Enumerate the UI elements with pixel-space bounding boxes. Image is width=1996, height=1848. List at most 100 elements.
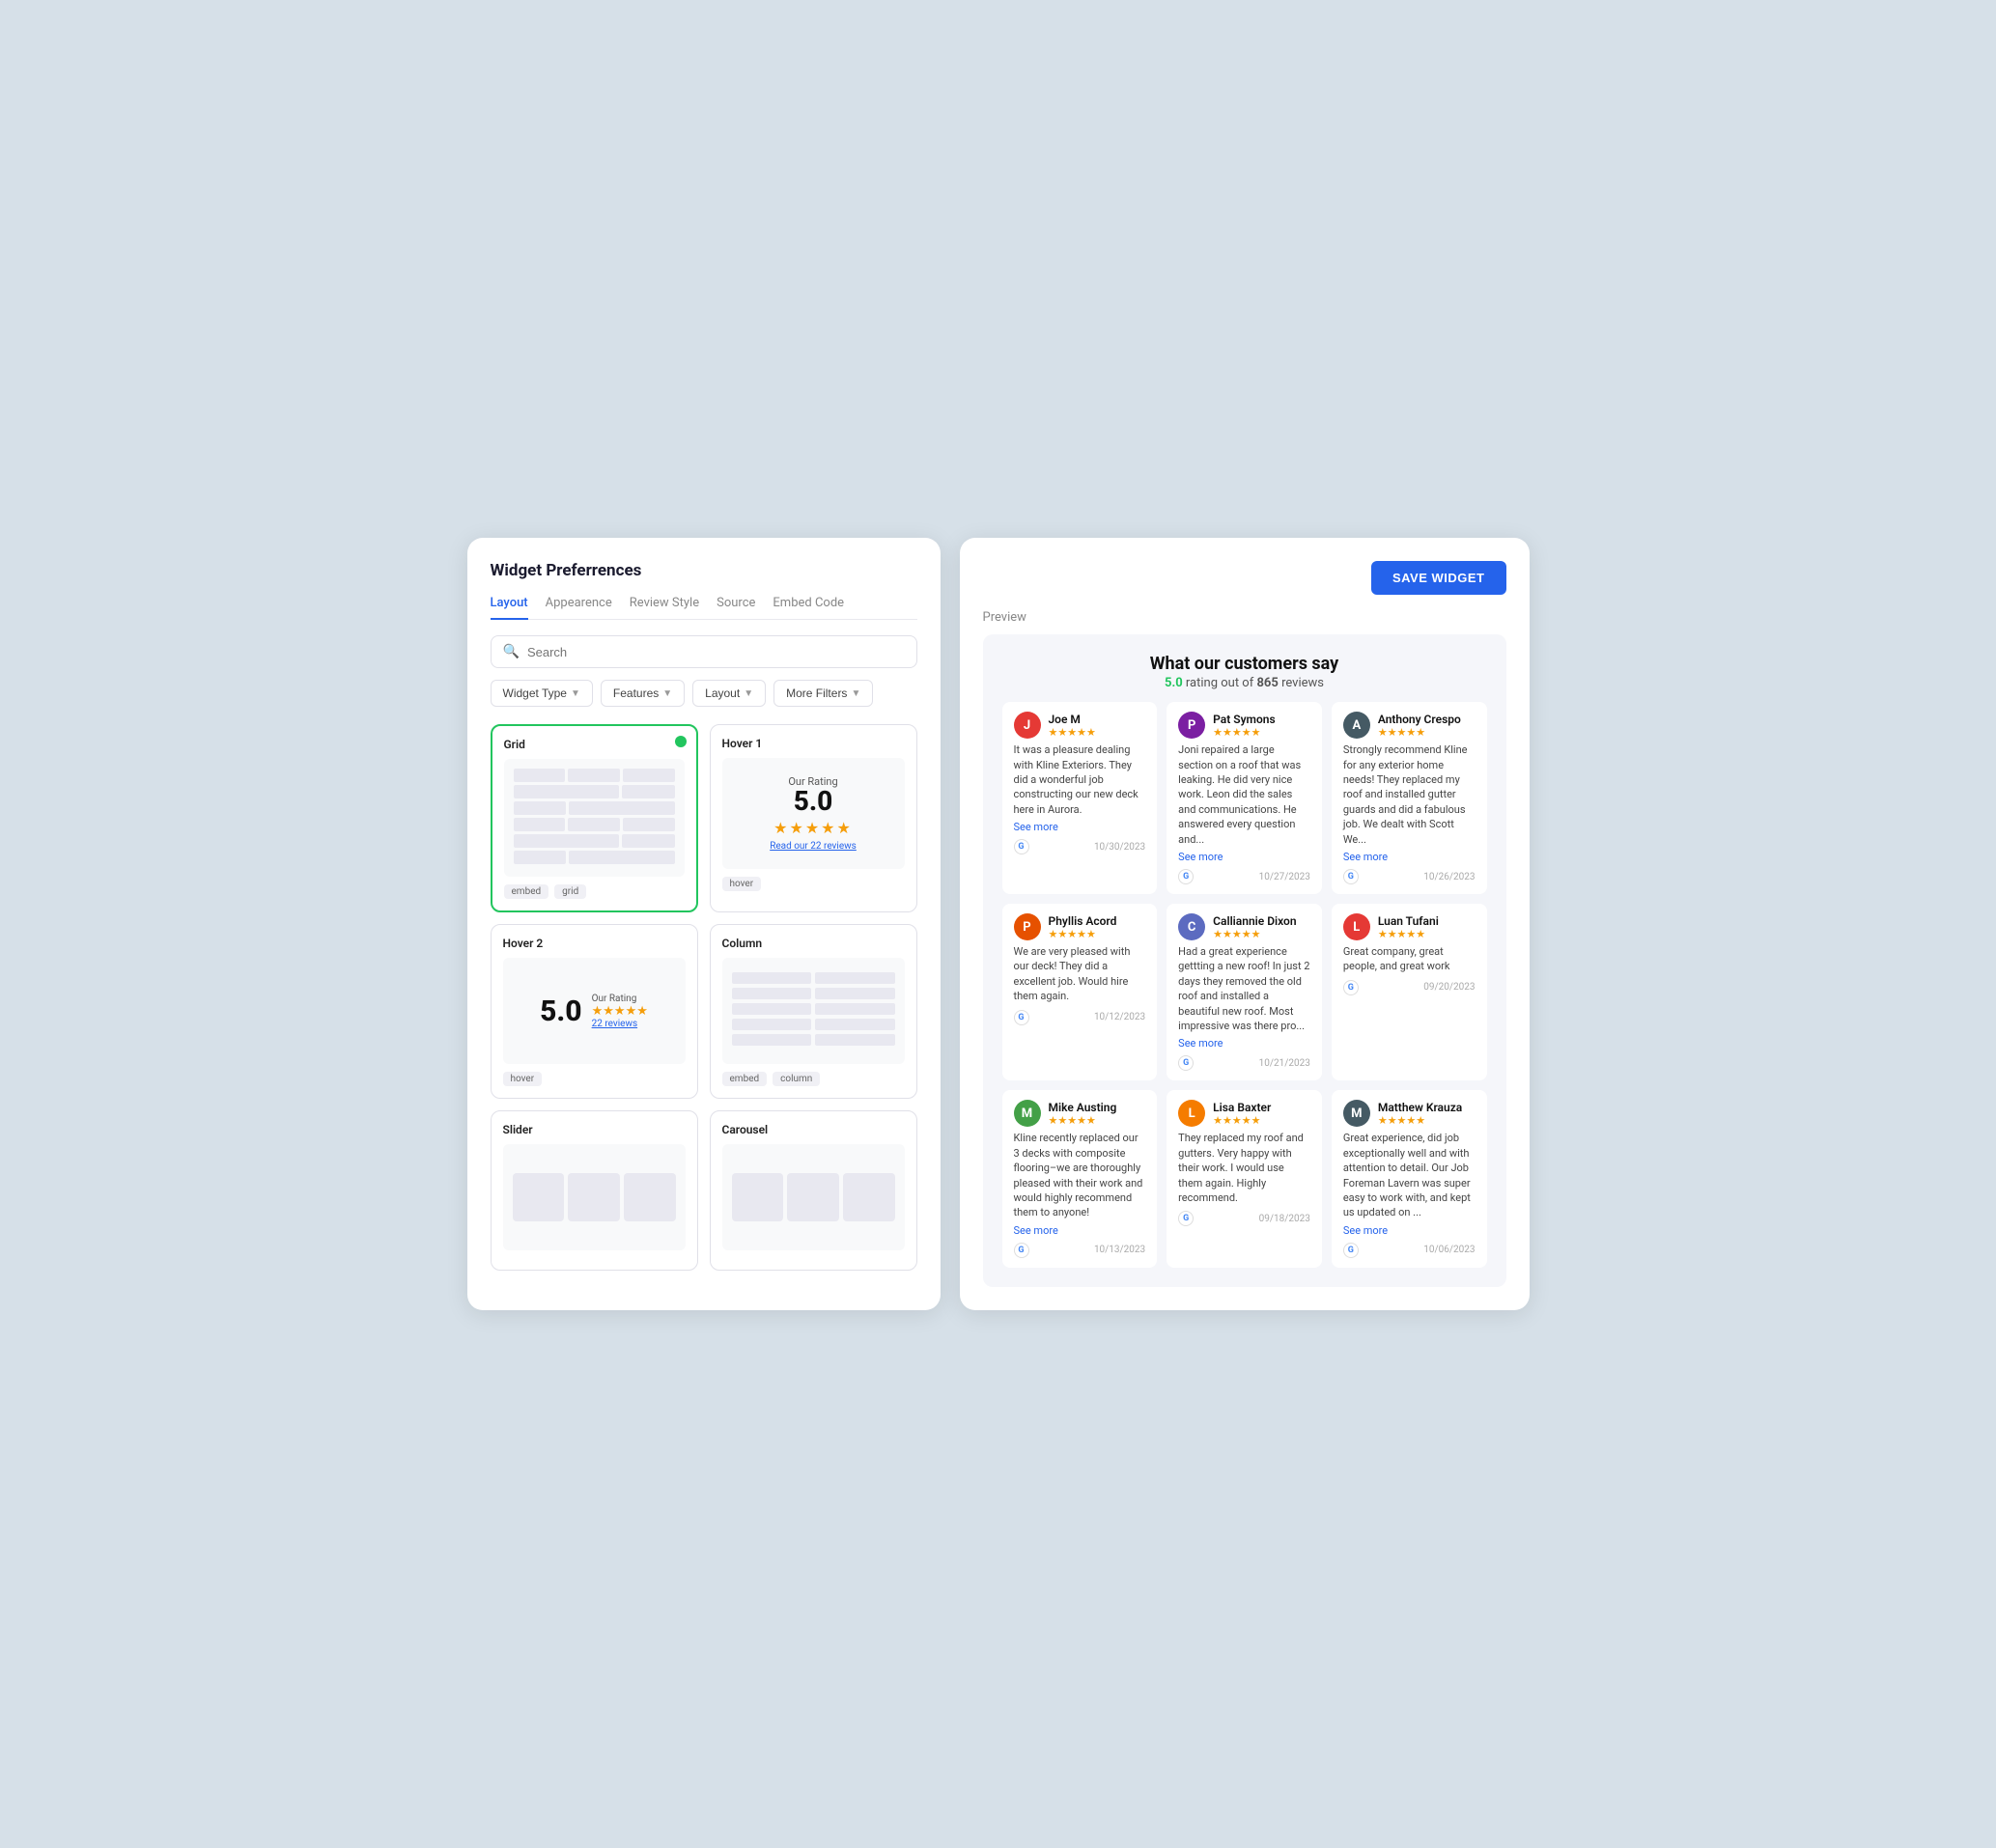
- widget-card-hover2-preview: 5.0 Our Rating ★★★★★ 22 reviews: [503, 958, 686, 1064]
- widget-card-column-tags: embed column: [722, 1072, 905, 1086]
- tab-layout[interactable]: Layout: [491, 596, 528, 620]
- widget-card-slider[interactable]: Slider: [491, 1110, 698, 1271]
- features-filter[interactable]: Features ▼: [601, 680, 685, 707]
- review-text-anthony-crespo: Strongly recommend Kline for any exterio…: [1343, 742, 1476, 847]
- widget-card-hover1-title: Hover 1: [722, 737, 905, 750]
- widget-card-grid-title: Grid: [504, 738, 685, 751]
- widget-card-grid-preview: [504, 759, 685, 877]
- reviewer-name-phyllis-acord: Phyllis Acord: [1049, 914, 1117, 928]
- tag-embed: embed: [504, 884, 549, 899]
- see-more-calliannie-dixon[interactable]: See more: [1178, 1037, 1310, 1050]
- widget-card-slider-preview: [503, 1144, 686, 1250]
- search-bar: 🔍: [491, 635, 917, 668]
- reviewer-stars-phyllis-acord: ★★★★★: [1049, 928, 1117, 940]
- review-card-mike-austing: M Mike Austing ★★★★★ Kline recently repl…: [1002, 1090, 1158, 1267]
- right-header: SAVE WIDGET: [983, 561, 1506, 595]
- widget-type-filter[interactable]: Widget Type ▼: [491, 680, 593, 707]
- review-card-calliannie-dixon: C Calliannie Dixon ★★★★★ Had a great exp…: [1167, 904, 1322, 1080]
- save-widget-button[interactable]: SAVE WIDGET: [1371, 561, 1506, 595]
- reviewer-header-phyllis-acord: P Phyllis Acord ★★★★★: [1014, 913, 1146, 940]
- tab-appearance[interactable]: Appearence: [546, 596, 612, 620]
- slider-preview: [513, 1173, 676, 1221]
- see-more-mike-austing[interactable]: See more: [1014, 1224, 1146, 1237]
- reviewer-header-lisa-baxter: L Lisa Baxter ★★★★★: [1178, 1100, 1310, 1127]
- main-container: Widget Preferrences Layout Appearence Re…: [467, 538, 1530, 1309]
- widget-card-column-title: Column: [722, 937, 905, 950]
- total-reviews: 865: [1256, 676, 1278, 690]
- review-card-luan-tufani: L Luan Tufani ★★★★★ Great company, great…: [1332, 904, 1487, 1080]
- reviewer-header-anthony-crespo: A Anthony Crespo ★★★★★: [1343, 712, 1476, 739]
- features-label: Features: [613, 686, 659, 700]
- hover2-preview: 5.0 Our Rating ★★★★★ 22 reviews: [534, 988, 654, 1035]
- review-date-calliannie-dixon: 10/21/2023: [1259, 1058, 1310, 1069]
- see-more-matthew-krauza[interactable]: See more: [1343, 1224, 1476, 1237]
- widget-card-hover1[interactable]: Hover 1 Our Rating 5.0 ★★★★★ Read our 22…: [710, 724, 917, 912]
- review-text-lisa-baxter: They replaced my roof and gutters. Very …: [1178, 1131, 1310, 1205]
- widget-card-grid[interactable]: Grid embed grid: [491, 724, 698, 912]
- more-filters-chevron: ▼: [851, 688, 860, 699]
- tab-embed-code[interactable]: Embed Code: [773, 596, 844, 620]
- filters: Widget Type ▼ Features ▼ Layout ▼ More F…: [491, 680, 917, 707]
- search-input[interactable]: [527, 645, 905, 659]
- reviewer-header-luan-tufani: L Luan Tufani ★★★★★: [1343, 913, 1476, 940]
- review-text-joe-m: It was a pleasure dealing with Kline Ext…: [1014, 742, 1146, 817]
- widget-card-carousel-title: Carousel: [722, 1123, 905, 1136]
- preview-title: What our customers say: [1002, 654, 1487, 674]
- reviewer-header-joe-m: J Joe M ★★★★★: [1014, 712, 1146, 739]
- see-more-anthony-crespo[interactable]: See more: [1343, 851, 1476, 863]
- tab-review-style[interactable]: Review Style: [630, 596, 699, 620]
- layout-label: Layout: [705, 686, 740, 700]
- review-text-matthew-krauza: Great experience, did job exceptionally …: [1343, 1131, 1476, 1219]
- more-filters-filter[interactable]: More Filters ▼: [773, 680, 873, 707]
- selected-indicator: [675, 736, 687, 747]
- hover2-reviews-link[interactable]: 22 reviews: [592, 1019, 648, 1029]
- hover1-rating: 5.0: [770, 788, 857, 815]
- rating-line: 5.0 rating out of 865 reviews: [1002, 676, 1487, 690]
- review-date-lisa-baxter: 09/18/2023: [1259, 1214, 1310, 1224]
- review-card-anthony-crespo: A Anthony Crespo ★★★★★ Strongly recommen…: [1332, 702, 1487, 894]
- see-more-pat-symons[interactable]: See more: [1178, 851, 1310, 863]
- reviewer-name-luan-tufani: Luan Tufani: [1378, 914, 1439, 928]
- widget-card-hover1-tags: hover: [722, 877, 905, 891]
- widget-type-label: Widget Type: [503, 686, 567, 700]
- reviewer-name-mike-austing: Mike Austing: [1049, 1101, 1117, 1114]
- reviewer-stars-matthew-krauza: ★★★★★: [1378, 1114, 1462, 1127]
- layout-filter[interactable]: Layout ▼: [692, 680, 766, 707]
- reviewer-stars-lisa-baxter: ★★★★★: [1213, 1114, 1271, 1127]
- widget-card-column[interactable]: Column embed column: [710, 924, 917, 1099]
- hover2-stars: ★★★★★: [592, 1004, 648, 1019]
- widget-card-hover2[interactable]: Hover 2 5.0 Our Rating ★★★★★ 22 reviews …: [491, 924, 698, 1099]
- avatar-matthew-krauza: M: [1343, 1100, 1370, 1127]
- see-more-joe-m[interactable]: See more: [1014, 821, 1146, 833]
- widget-card-hover1-preview: Our Rating 5.0 ★★★★★ Read our 22 reviews: [722, 758, 905, 869]
- reviewer-name-lisa-baxter: Lisa Baxter: [1213, 1101, 1271, 1114]
- review-footer-luan-tufani: G 09/20/2023: [1343, 980, 1476, 995]
- hover1-preview: Our Rating 5.0 ★★★★★ Read our 22 reviews: [762, 768, 864, 859]
- reviewer-stars-pat-symons: ★★★★★: [1213, 726, 1275, 739]
- review-date-joe-m: 10/30/2023: [1094, 842, 1145, 853]
- reviewer-stars-calliannie-dixon: ★★★★★: [1213, 928, 1296, 940]
- widget-type-chevron: ▼: [571, 688, 580, 699]
- review-footer-mike-austing: G 10/13/2023: [1014, 1243, 1146, 1258]
- rating-value: 5.0: [1165, 676, 1183, 690]
- reviewer-stars-anthony-crespo: ★★★★★: [1378, 726, 1461, 739]
- widget-card-carousel[interactable]: Carousel: [710, 1110, 917, 1271]
- google-icon-pat-symons: G: [1178, 869, 1194, 884]
- tab-source[interactable]: Source: [717, 596, 755, 620]
- avatar-luan-tufani: L: [1343, 913, 1370, 940]
- review-card-pat-symons: P Pat Symons ★★★★★ Joni repaired a large…: [1167, 702, 1322, 894]
- reviewer-name-joe-m: Joe M: [1049, 713, 1096, 726]
- tag-hover2: hover: [503, 1072, 543, 1086]
- review-footer-anthony-crespo: G 10/26/2023: [1343, 869, 1476, 884]
- review-date-phyllis-acord: 10/12/2023: [1094, 1012, 1145, 1022]
- hover1-read-reviews[interactable]: Read our 22 reviews: [770, 841, 857, 852]
- preview-area: What our customers say 5.0 rating out of…: [983, 634, 1506, 1286]
- review-footer-lisa-baxter: G 09/18/2023: [1178, 1211, 1310, 1226]
- widget-card-column-preview: [722, 958, 905, 1064]
- review-card-matthew-krauza: M Matthew Krauza ★★★★★ Great experience,…: [1332, 1090, 1487, 1267]
- hover1-stars: ★★★★★: [770, 819, 857, 837]
- widget-card-carousel-preview: [722, 1144, 905, 1250]
- tag-grid: grid: [554, 884, 586, 899]
- review-text-pat-symons: Joni repaired a large section on a roof …: [1178, 742, 1310, 847]
- reviewer-name-matthew-krauza: Matthew Krauza: [1378, 1101, 1462, 1114]
